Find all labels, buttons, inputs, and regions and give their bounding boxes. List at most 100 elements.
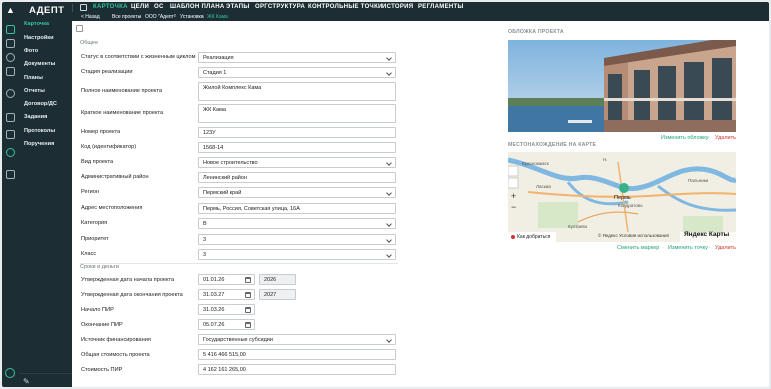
field-label: Утвержденная дата окончания проекта bbox=[81, 292, 183, 298]
sidebar-item-documents[interactable]: Документы bbox=[24, 61, 55, 67]
pencil-icon[interactable]: ✎ bbox=[23, 377, 30, 386]
user-icon[interactable] bbox=[6, 148, 15, 157]
expand-icon[interactable] bbox=[76, 25, 83, 32]
tab-checkpoints[interactable]: КОНТРОЛЬНЫЕ ТОЧКИ bbox=[308, 4, 383, 10]
map-place-label: Пальники bbox=[688, 178, 709, 183]
card-form: Общее Статус в соответствии с жизненным … bbox=[72, 21, 769, 387]
calendar-icon[interactable] bbox=[245, 307, 251, 313]
top-nav: КАРТОЧКА ЦЕЛИ ОС ШАБЛОН ПЛАНА ЭТАПЫ ОРГС… bbox=[72, 2, 769, 13]
tab-history[interactable]: ИСТОРИЯ bbox=[382, 4, 413, 10]
number-input[interactable]: 123У bbox=[198, 127, 396, 138]
route-button[interactable]: Как добраться bbox=[517, 234, 550, 240]
priority-select[interactable]: 3 bbox=[198, 234, 396, 245]
field-label: Полное наименование проекта bbox=[81, 88, 162, 94]
back-link[interactable]: < Назад bbox=[81, 14, 100, 20]
region-select[interactable]: Пермский край bbox=[198, 187, 396, 198]
district-input[interactable]: Ленинский район bbox=[198, 172, 396, 183]
tab-regulations[interactable]: РЕГЛАМЕНТЫ bbox=[418, 4, 464, 10]
sidebar-item-orders[interactable]: Поручения bbox=[24, 141, 54, 147]
tab-card[interactable]: КАРТОЧКА bbox=[93, 4, 128, 10]
sidebar-item-photo[interactable]: Фото bbox=[24, 48, 38, 54]
sidebar-item-plans[interactable]: Планы bbox=[24, 75, 43, 81]
field-label: Административный район bbox=[81, 174, 149, 180]
change-cover-link[interactable]: Изменить обложку bbox=[661, 135, 708, 141]
zoom-in-button[interactable]: + bbox=[511, 191, 516, 201]
map-place-label: Култаево bbox=[568, 224, 588, 229]
sidebar-item-card[interactable]: Карточка bbox=[24, 21, 49, 27]
calendar-icon[interactable] bbox=[245, 322, 251, 328]
link-separator: · bbox=[708, 135, 710, 141]
funding-select[interactable]: Государственные субсидии bbox=[198, 334, 396, 345]
full-name-input[interactable]: Жилой Комплекс Кама bbox=[198, 82, 396, 101]
portfolio-icon[interactable] bbox=[6, 39, 15, 48]
pir-start-date[interactable]: 31.03.26 bbox=[198, 304, 255, 315]
short-name-input[interactable]: ЖК Кама bbox=[198, 104, 396, 123]
logo-icon: ▲ bbox=[6, 5, 15, 15]
yandex-maps-logo[interactable]: Яндекс Карты bbox=[684, 231, 729, 238]
settings-icon[interactable] bbox=[6, 53, 15, 62]
divider bbox=[80, 263, 398, 264]
location-map[interactable]: + − Пермь Краснокамск Кондратово Култаев… bbox=[508, 152, 736, 242]
total-cost-input[interactable]: 5 416 466 515,00 bbox=[198, 349, 396, 360]
address-input[interactable]: Пермь, Россия, Советская улица, 16А bbox=[198, 203, 396, 214]
sidebar-item-protocols[interactable]: Протоколы bbox=[24, 128, 55, 134]
sidebar-item-settings[interactable]: Настройки bbox=[24, 35, 54, 41]
building-photo bbox=[508, 40, 736, 132]
sidebar-item-reports[interactable]: Отчеты bbox=[24, 88, 45, 94]
projects-icon[interactable] bbox=[6, 25, 15, 34]
breadcrumb-item[interactable]: Все проекты bbox=[112, 14, 141, 20]
approved-end-year: 2027 bbox=[259, 289, 296, 300]
map-place-label: Краснокамск bbox=[522, 161, 549, 166]
change-marker-link[interactable]: Сменить маркер bbox=[617, 245, 659, 251]
stage-select[interactable]: Стадия 1 bbox=[198, 67, 396, 78]
collapse-icon[interactable] bbox=[5, 368, 15, 378]
tab-goals[interactable]: ЦЕЛИ bbox=[131, 4, 149, 10]
field-label: Приоритет bbox=[81, 236, 109, 242]
breadcrumb-separator: • bbox=[139, 14, 141, 20]
calendar-icon[interactable] bbox=[245, 277, 251, 283]
field-label: Стоимость ПИР bbox=[81, 367, 123, 373]
approved-start-date[interactable]: 01.01.26 bbox=[198, 274, 255, 285]
breadcrumb-separator: • bbox=[174, 14, 176, 20]
tab-stages[interactable]: ЭТАПЫ bbox=[226, 4, 250, 10]
link-separator: · bbox=[709, 245, 711, 251]
sidebar: АДЕПТ Карточка Настройки Фото Документы … bbox=[19, 2, 72, 387]
change-point-link[interactable]: Изменить точку bbox=[668, 245, 708, 251]
tab-plan-template[interactable]: ШАБЛОН ПЛАНА bbox=[170, 4, 225, 10]
class-select[interactable]: 3 bbox=[198, 249, 396, 260]
delete-cover-link[interactable]: Удалить bbox=[715, 135, 736, 141]
pir-end-date[interactable]: 05.07.26 bbox=[198, 319, 255, 330]
calendar-icon[interactable] bbox=[245, 292, 251, 298]
field-label: Класс bbox=[81, 251, 97, 257]
code-input[interactable]: 1568-14 bbox=[198, 142, 396, 153]
approved-end-date[interactable]: 31.03.27 bbox=[198, 289, 255, 300]
tab-os[interactable]: ОС bbox=[154, 4, 164, 10]
documents-icon[interactable] bbox=[6, 67, 15, 76]
sidebar-item-tasks[interactable]: Задания bbox=[24, 114, 47, 120]
map-city-label: Пермь bbox=[614, 195, 631, 201]
section-title-general: Общее bbox=[80, 40, 99, 46]
delete-location-link[interactable]: Удалить bbox=[715, 245, 736, 251]
cover-image bbox=[508, 40, 736, 132]
type-select[interactable]: Новое строительство bbox=[198, 157, 396, 168]
tab-org-structure[interactable]: ОРГСТРУКТУРА bbox=[255, 4, 305, 10]
category-select[interactable]: В bbox=[198, 218, 396, 229]
status-select[interactable]: Реализация bbox=[198, 52, 396, 63]
field-label: Утвержденная дата начала проекта bbox=[81, 277, 175, 283]
approved-start-year: 2026 bbox=[259, 274, 296, 285]
sidebar-item-contracts[interactable]: Договор/ДС bbox=[24, 101, 57, 107]
protocols-icon[interactable] bbox=[6, 130, 15, 139]
pir-cost-input[interactable]: 4 162 161 265,00 bbox=[198, 364, 396, 375]
tasks-icon[interactable] bbox=[6, 113, 15, 122]
zoom-out-button[interactable]: − bbox=[511, 202, 516, 212]
field-label: Окончание ПИР bbox=[81, 322, 123, 328]
location-title: МЕСТОНАХОЖДЕНИЕ НА КАРТЕ bbox=[508, 142, 597, 148]
edit-icon[interactable] bbox=[80, 4, 87, 11]
checklist-icon[interactable] bbox=[6, 170, 15, 179]
breadcrumb-item[interactable]: ООО "Адепт" bbox=[145, 14, 176, 20]
field-label: Номер проекта bbox=[81, 129, 121, 135]
reports-icon[interactable] bbox=[6, 89, 15, 98]
divider bbox=[72, 4, 73, 12]
map-copyright[interactable]: © Яндекс Условия использования bbox=[598, 233, 669, 238]
date-value: 05.07.26 bbox=[203, 322, 225, 328]
